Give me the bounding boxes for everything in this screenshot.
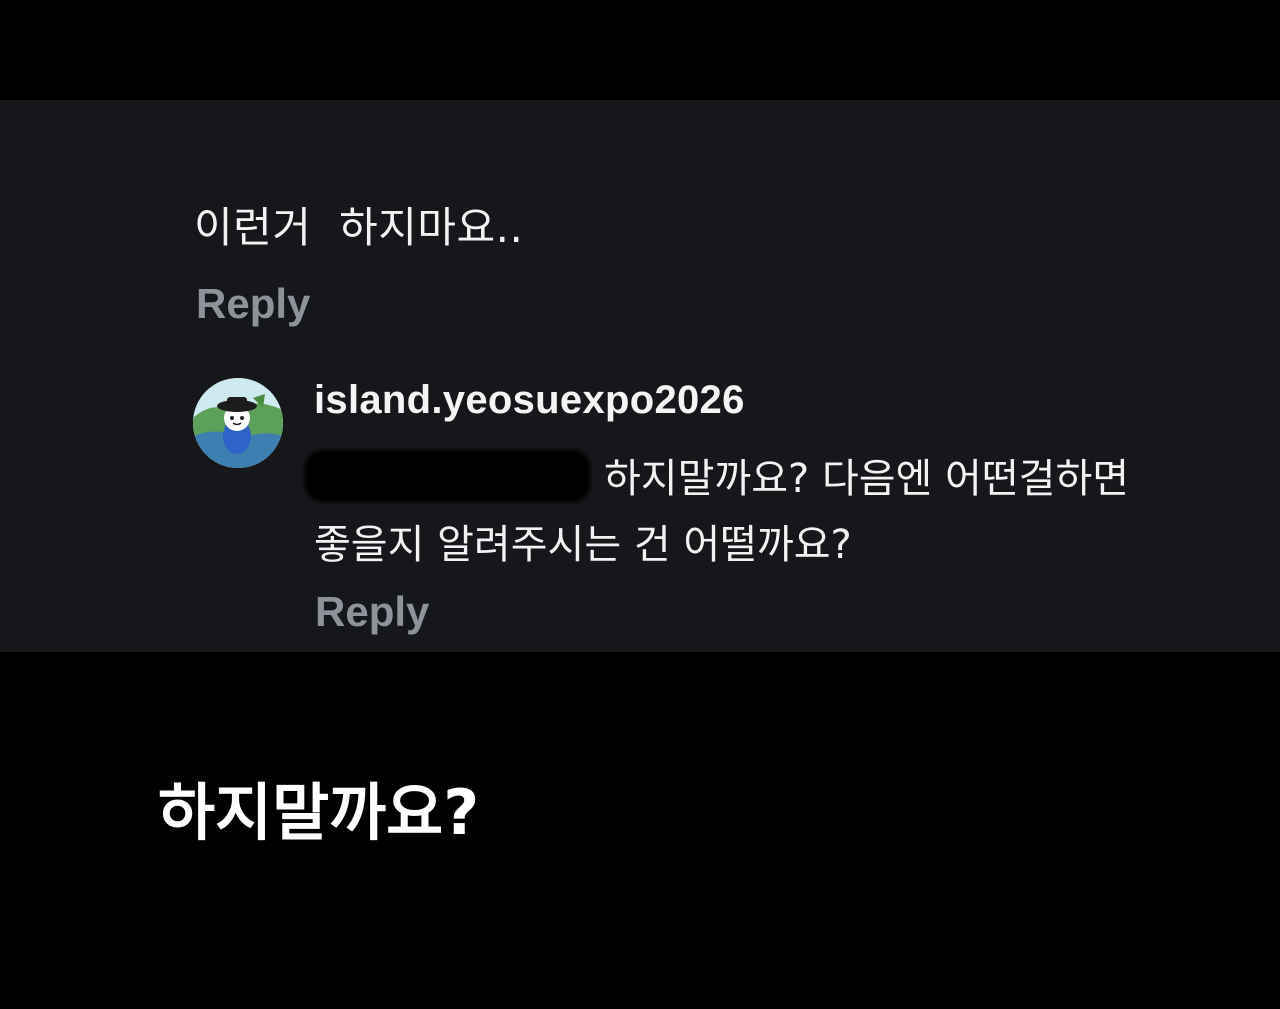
screenshot-canvas: 이런거 하지마요.. Reply island.yeosuexpo2026 하지… (0, 0, 1280, 1009)
reply-text-line-1: 하지말까요? 다음엔 어떤걸하면 (604, 456, 1130, 502)
reply-text-line-2: 좋을지 알려주시는 건 어떨까요? (314, 522, 852, 568)
redaction-mark (305, 450, 590, 502)
reply-button[interactable]: Reply (315, 588, 429, 636)
avatar-image (193, 378, 283, 468)
reply-button[interactable]: Reply (196, 280, 310, 328)
reply-username[interactable]: island.yeosuexpo2026 (314, 378, 745, 423)
mascot-avatar-icon[interactable] (193, 378, 283, 468)
comment-text: 이런거 하지마요.. (194, 203, 524, 252)
caption-text: 하지말까요? (158, 776, 480, 849)
